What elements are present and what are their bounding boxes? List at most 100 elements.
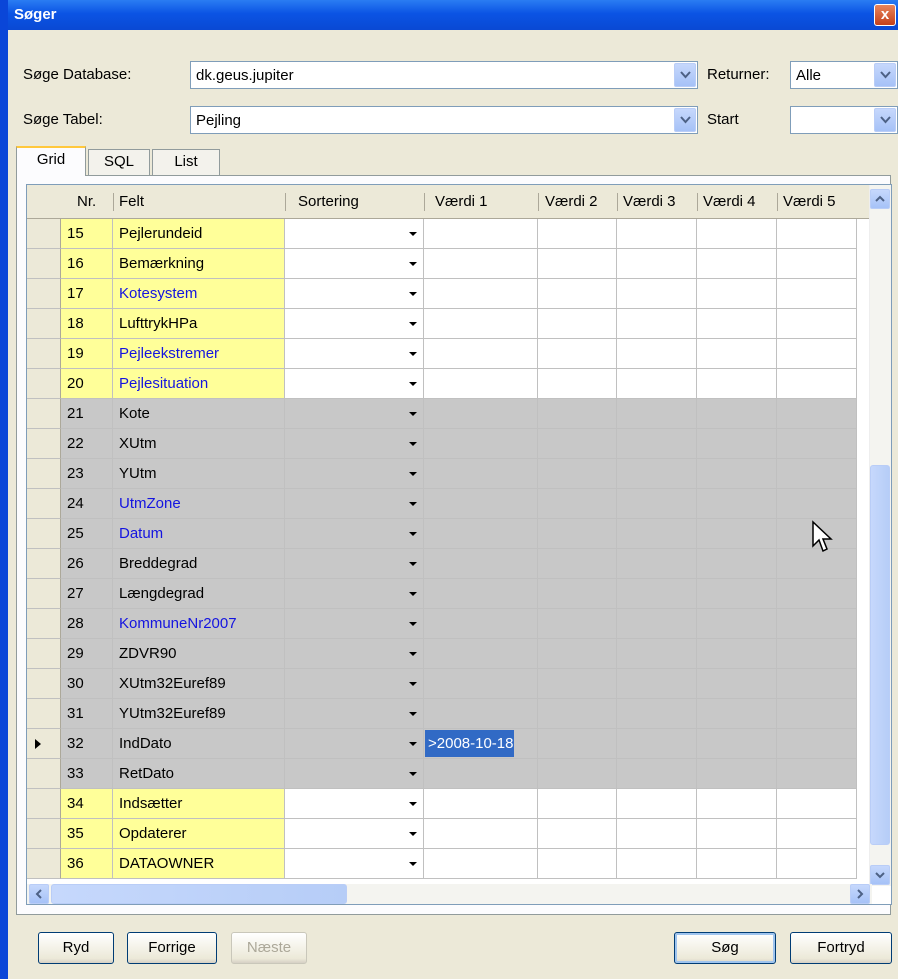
cell-sortering[interactable]: [285, 489, 424, 519]
cell-sortering[interactable]: [285, 789, 424, 819]
cell-vaerdi2[interactable]: [538, 819, 617, 849]
row-header[interactable]: [27, 219, 61, 249]
table-row[interactable]: 20 Pejlesituation: [27, 369, 867, 399]
row-header[interactable]: [27, 579, 61, 609]
cell-vaerdi3[interactable]: [617, 519, 697, 549]
col-header-felt[interactable]: Felt: [113, 185, 144, 219]
cell-vaerdi4[interactable]: [697, 459, 777, 489]
table-row[interactable]: 28 KommuneNr2007: [27, 609, 867, 639]
cell-vaerdi3[interactable]: [617, 399, 697, 429]
cell-vaerdi1[interactable]: [424, 549, 538, 579]
cell-vaerdi1[interactable]: [424, 369, 538, 399]
cell-felt[interactable]: Pejlerundeid: [113, 219, 285, 249]
cell-vaerdi4[interactable]: [697, 219, 777, 249]
cell-vaerdi5[interactable]: [777, 699, 857, 729]
cell-vaerdi4[interactable]: [697, 849, 777, 879]
cell-vaerdi5[interactable]: [777, 789, 857, 819]
search-button[interactable]: Søg: [674, 932, 776, 964]
cell-vaerdi2[interactable]: [538, 339, 617, 369]
row-header[interactable]: [27, 249, 61, 279]
cell-felt[interactable]: Indsætter: [113, 789, 285, 819]
row-header[interactable]: [27, 399, 61, 429]
row-header[interactable]: [27, 669, 61, 699]
cell-vaerdi4[interactable]: [697, 609, 777, 639]
cell-sortering[interactable]: [285, 429, 424, 459]
cell-felt[interactable]: XUtm32Euref89: [113, 669, 285, 699]
table-row[interactable]: 30 XUtm32Euref89: [27, 669, 867, 699]
cell-vaerdi1[interactable]: [424, 279, 538, 309]
cell-sortering[interactable]: [285, 549, 424, 579]
row-header[interactable]: [27, 429, 61, 459]
table-row[interactable]: 34 Indsætter: [27, 789, 867, 819]
cell-nr[interactable]: 27: [61, 579, 113, 609]
cell-vaerdi1[interactable]: [424, 519, 538, 549]
cell-vaerdi3[interactable]: [617, 279, 697, 309]
row-header[interactable]: [27, 459, 61, 489]
row-header[interactable]: [27, 369, 61, 399]
cell-vaerdi4[interactable]: [697, 399, 777, 429]
cell-vaerdi5[interactable]: [777, 399, 857, 429]
cell-sortering[interactable]: [285, 339, 424, 369]
cell-vaerdi4[interactable]: [697, 339, 777, 369]
tab-grid[interactable]: Grid: [16, 146, 86, 176]
table-combo[interactable]: Pejling: [190, 106, 698, 134]
tab-list[interactable]: List: [152, 149, 220, 175]
col-header-vaerdi1[interactable]: Værdi 1: [429, 185, 488, 219]
cell-vaerdi4[interactable]: [697, 789, 777, 819]
cell-vaerdi3[interactable]: [617, 669, 697, 699]
dropdown-arrow-icon[interactable]: [409, 262, 417, 266]
chevron-down-icon[interactable]: [674, 63, 696, 87]
cell-vaerdi2[interactable]: [538, 639, 617, 669]
vertical-scrollbar[interactable]: [869, 185, 891, 886]
cell-felt[interactable]: UtmZone: [113, 489, 285, 519]
cell-vaerdi4[interactable]: [697, 579, 777, 609]
row-header[interactable]: [27, 759, 61, 789]
row-header[interactable]: [27, 549, 61, 579]
cell-vaerdi1[interactable]: [424, 759, 538, 789]
table-row[interactable]: 33 RetDato: [27, 759, 867, 789]
table-row[interactable]: 17 Kotesystem: [27, 279, 867, 309]
cell-vaerdi3[interactable]: [617, 759, 697, 789]
cell-vaerdi5[interactable]: [777, 459, 857, 489]
cell-vaerdi3[interactable]: [617, 639, 697, 669]
cell-vaerdi5[interactable]: [777, 429, 857, 459]
cell-felt[interactable]: Bemærkning: [113, 249, 285, 279]
cell-nr[interactable]: 28: [61, 609, 113, 639]
cell-vaerdi3[interactable]: [617, 219, 697, 249]
table-row[interactable]: 35 Opdaterer: [27, 819, 867, 849]
cell-nr[interactable]: 32: [61, 729, 113, 759]
cell-sortering[interactable]: [285, 759, 424, 789]
cell-vaerdi4[interactable]: [697, 369, 777, 399]
cell-vaerdi4[interactable]: [697, 699, 777, 729]
cell-vaerdi2[interactable]: [538, 309, 617, 339]
col-header-vaerdi3[interactable]: Værdi 3: [617, 185, 676, 219]
col-header-vaerdi4[interactable]: Værdi 4: [697, 185, 756, 219]
cell-vaerdi5[interactable]: [777, 729, 857, 759]
cell-vaerdi5[interactable]: [777, 309, 857, 339]
cell-vaerdi4[interactable]: [697, 429, 777, 459]
cell-vaerdi5[interactable]: [777, 219, 857, 249]
row-header[interactable]: [27, 309, 61, 339]
clear-button[interactable]: Ryd: [38, 932, 114, 964]
cell-sortering[interactable]: [285, 819, 424, 849]
cell-vaerdi1[interactable]: [424, 249, 538, 279]
cell-nr[interactable]: 31: [61, 699, 113, 729]
horizontal-scrollbar[interactable]: [27, 884, 872, 904]
cell-vaerdi4[interactable]: [697, 729, 777, 759]
title-bar[interactable]: Søger x: [8, 0, 898, 30]
cell-felt[interactable]: Kotesystem: [113, 279, 285, 309]
cell-vaerdi2[interactable]: [538, 579, 617, 609]
cell-vaerdi5[interactable]: [777, 609, 857, 639]
cell-nr[interactable]: 22: [61, 429, 113, 459]
cell-vaerdi5[interactable]: [777, 579, 857, 609]
cell-vaerdi2[interactable]: [538, 459, 617, 489]
scroll-down-button[interactable]: [870, 865, 890, 885]
cell-sortering[interactable]: [285, 519, 424, 549]
cell-sortering[interactable]: [285, 639, 424, 669]
table-row[interactable]: 25 Datum: [27, 519, 867, 549]
cell-vaerdi3[interactable]: [617, 309, 697, 339]
dropdown-arrow-icon[interactable]: [409, 802, 417, 806]
cell-nr[interactable]: 16: [61, 249, 113, 279]
dropdown-arrow-icon[interactable]: [409, 862, 417, 866]
cell-vaerdi3[interactable]: [617, 339, 697, 369]
